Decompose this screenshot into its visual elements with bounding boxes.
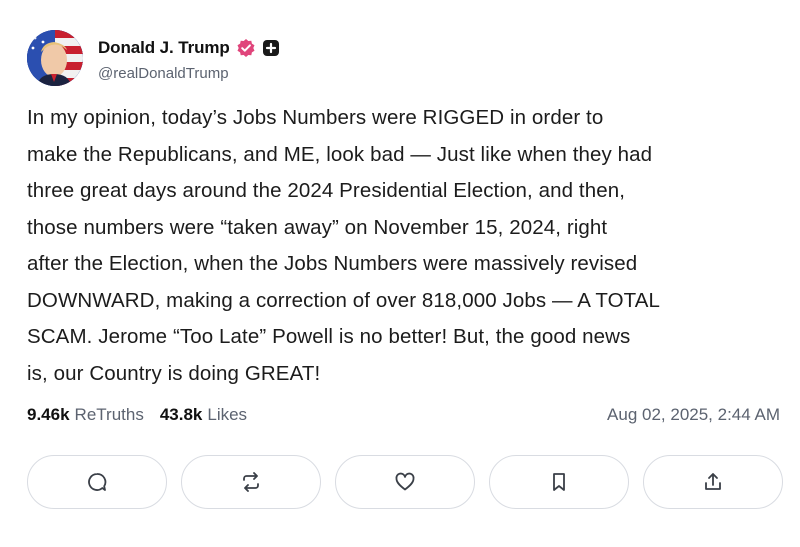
share-icon — [702, 471, 724, 493]
repost-icon — [240, 471, 262, 493]
share-button[interactable] — [643, 455, 783, 509]
avatar[interactable] — [27, 30, 83, 86]
post-text: In my opinion, today’s Jobs Numbers were… — [27, 106, 661, 385]
likes-label[interactable]: Likes — [207, 405, 247, 425]
post-header: Donald J. Trump @realDonaldTrump — [27, 30, 280, 86]
bookmark-button[interactable] — [489, 455, 629, 509]
verified-badge-icon — [236, 38, 256, 58]
name-row: Donald J. Trump — [98, 35, 280, 61]
retruths-label[interactable]: ReTruths — [75, 405, 144, 425]
action-bar — [27, 455, 783, 511]
heart-icon — [394, 471, 416, 493]
retruths-count[interactable]: 9.46k — [27, 405, 70, 425]
author-names: Donald J. Trump @realDonaldTrump — [98, 35, 280, 82]
like-button[interactable] — [335, 455, 475, 509]
display-name[interactable]: Donald J. Trump — [98, 38, 230, 58]
retruth-button[interactable] — [181, 455, 321, 509]
author-handle[interactable]: @realDonaldTrump — [98, 65, 280, 82]
post-timestamp[interactable]: Aug 02, 2025, 2:44 AM — [607, 405, 780, 425]
plus-badge-icon — [262, 39, 280, 57]
likes-count[interactable]: 43.8k — [160, 405, 203, 425]
reply-button[interactable] — [27, 455, 167, 509]
comment-icon — [86, 471, 108, 493]
truth-post: Donald J. Trump @realDonaldTrump In my o… — [0, 0, 800, 547]
bookmark-icon — [548, 471, 570, 493]
post-stats: 9.46k ReTruths 43.8k Likes — [27, 405, 247, 425]
